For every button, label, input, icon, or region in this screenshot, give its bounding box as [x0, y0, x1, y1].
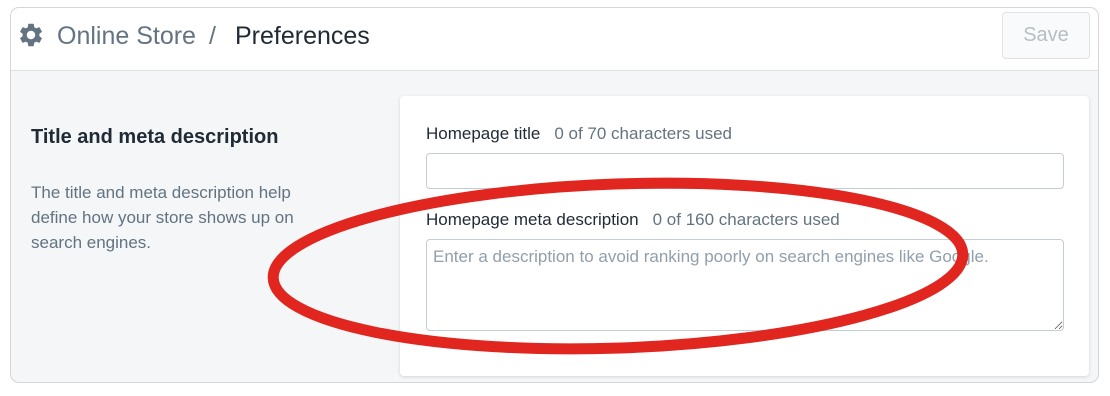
homepage-meta-description-textarea[interactable]: [426, 239, 1064, 331]
preferences-window: Online Store / Preferences Save Title an…: [10, 7, 1099, 383]
breadcrumb-online-store[interactable]: Online Store: [57, 22, 196, 51]
section-title: Title and meta description: [31, 126, 279, 148]
save-button[interactable]: Save: [1002, 12, 1090, 59]
homepage-title-label: Homepage title: [426, 124, 541, 143]
homepage-title-input[interactable]: [426, 153, 1064, 189]
homepage-meta-description-counter: 0 of 160 characters used: [652, 210, 840, 229]
homepage-title-counter: 0 of 70 characters used: [554, 124, 733, 143]
homepage-meta-description-label: Homepage meta description: [426, 210, 639, 229]
homepage-title-label-row: Homepage title 0 of 70 characters used: [426, 124, 732, 144]
homepage-meta-label-row: Homepage meta description 0 of 160 charac…: [426, 210, 840, 230]
top-bar: Online Store / Preferences Save: [11, 8, 1098, 71]
breadcrumb-separator: /: [209, 22, 216, 50]
gear-icon: [20, 23, 42, 47]
seo-form-card: Homepage title 0 of 70 characters used Ho…: [400, 96, 1089, 376]
page-title: Preferences: [235, 22, 370, 50]
section-description: The title and meta description help defi…: [31, 183, 294, 252]
